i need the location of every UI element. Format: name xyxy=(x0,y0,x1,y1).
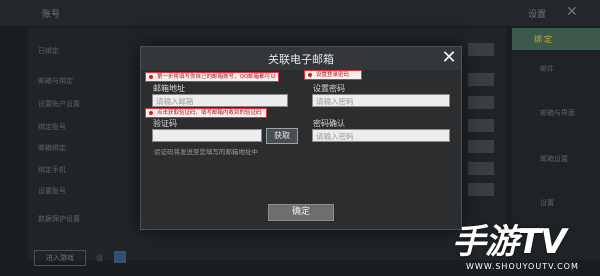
background-row-label: 数据保护设置 xyxy=(38,215,80,223)
watermark-logo: 手游TV xyxy=(452,222,567,262)
sidebar-item-active[interactable]: 绑定 xyxy=(512,28,600,50)
password-label: 设置密码 xyxy=(313,84,345,93)
background-title: 账号 xyxy=(42,10,61,20)
password-confirm-field[interactable]: 请输入密码 xyxy=(312,129,450,142)
background-enter-button[interactable]: 进入游戏 xyxy=(34,250,86,266)
background-row: 绑定手机 xyxy=(38,162,494,175)
background-row-label: 绑定手机 xyxy=(38,166,66,174)
background-bottom-chip[interactable] xyxy=(114,251,126,263)
verification-code-field[interactable] xyxy=(152,129,262,142)
confirm-button[interactable]: 确定 xyxy=(268,204,334,221)
background-row: 邮箱绑定 xyxy=(38,140,494,153)
annotation-dot-icon xyxy=(308,73,312,77)
get-code-button[interactable]: 获取 xyxy=(266,128,298,144)
background-row: 绑定账号 xyxy=(38,119,494,132)
sidebar-item[interactable]: 设置 xyxy=(540,198,554,208)
background-row-label: 已绑定 xyxy=(38,47,59,55)
background-topbar: 账号 设置 ✕ xyxy=(0,0,600,26)
sidebar-active-label: 绑定 xyxy=(534,35,554,44)
annotation-text: 设置登录密码 xyxy=(316,72,350,78)
background-settings-label: 设置 xyxy=(528,10,547,20)
dialog-header: 关联电子邮箱 ✕ xyxy=(141,47,461,70)
annotation-dot-icon xyxy=(149,75,153,79)
annotation-text: 点击获取验证码，填写邮箱内收到的验证码 xyxy=(157,110,262,116)
sidebar-item[interactable]: 邮件 xyxy=(540,64,554,74)
background-close-icon[interactable]: ✕ xyxy=(566,4,578,20)
code-hint: 验证码将发送至您填写的邮箱地址中 xyxy=(154,148,258,156)
annotation-text: 第一步将填写你自己的邮箱账号，QQ邮箱都可以 xyxy=(157,74,276,80)
password-field[interactable]: 请输入密码 xyxy=(312,94,450,107)
watermark-url: WWW.SHOUYOUTV.COM xyxy=(466,262,579,271)
password-confirm-label: 密码确认 xyxy=(313,119,345,128)
background-row-label: 绑定账号 xyxy=(38,123,66,131)
email-field[interactable]: 请输入邮箱 xyxy=(152,94,288,107)
background-row-label: 邮箱与绑定 xyxy=(38,77,73,85)
background-row-label: 设置账号 xyxy=(38,187,66,195)
background-row-label: 设置账户设置 xyxy=(38,100,80,108)
email-label: 邮箱地址 xyxy=(153,84,185,93)
sidebar-item[interactable]: 邮箱设置 xyxy=(540,154,568,164)
code-label: 验证码 xyxy=(153,119,177,128)
background-bottom-label: 设 xyxy=(96,254,103,262)
annotation-step-one: 第一步将填写你自己的邮箱账号，QQ邮箱都可以 xyxy=(145,72,279,82)
annotation-step-three: 设置登录密码 xyxy=(304,70,362,80)
close-icon[interactable]: ✕ xyxy=(439,48,459,68)
annotation-dot-icon xyxy=(149,111,153,115)
annotation-step-two: 点击获取验证码，填写邮箱内收到的验证码 xyxy=(145,108,267,118)
dialog-title: 关联电子邮箱 xyxy=(268,53,334,66)
background-row-label: 邮箱绑定 xyxy=(38,144,66,152)
background-row: 邮箱与绑定 xyxy=(38,73,494,86)
background-row: 设置账户设置 xyxy=(38,96,494,109)
background-row: 设置账号 xyxy=(38,183,494,196)
background-row: 数据保护设置 xyxy=(38,214,80,224)
background-row: 已绑定 xyxy=(38,43,494,56)
sidebar-item[interactable]: 邮箱与界面 xyxy=(540,108,575,118)
